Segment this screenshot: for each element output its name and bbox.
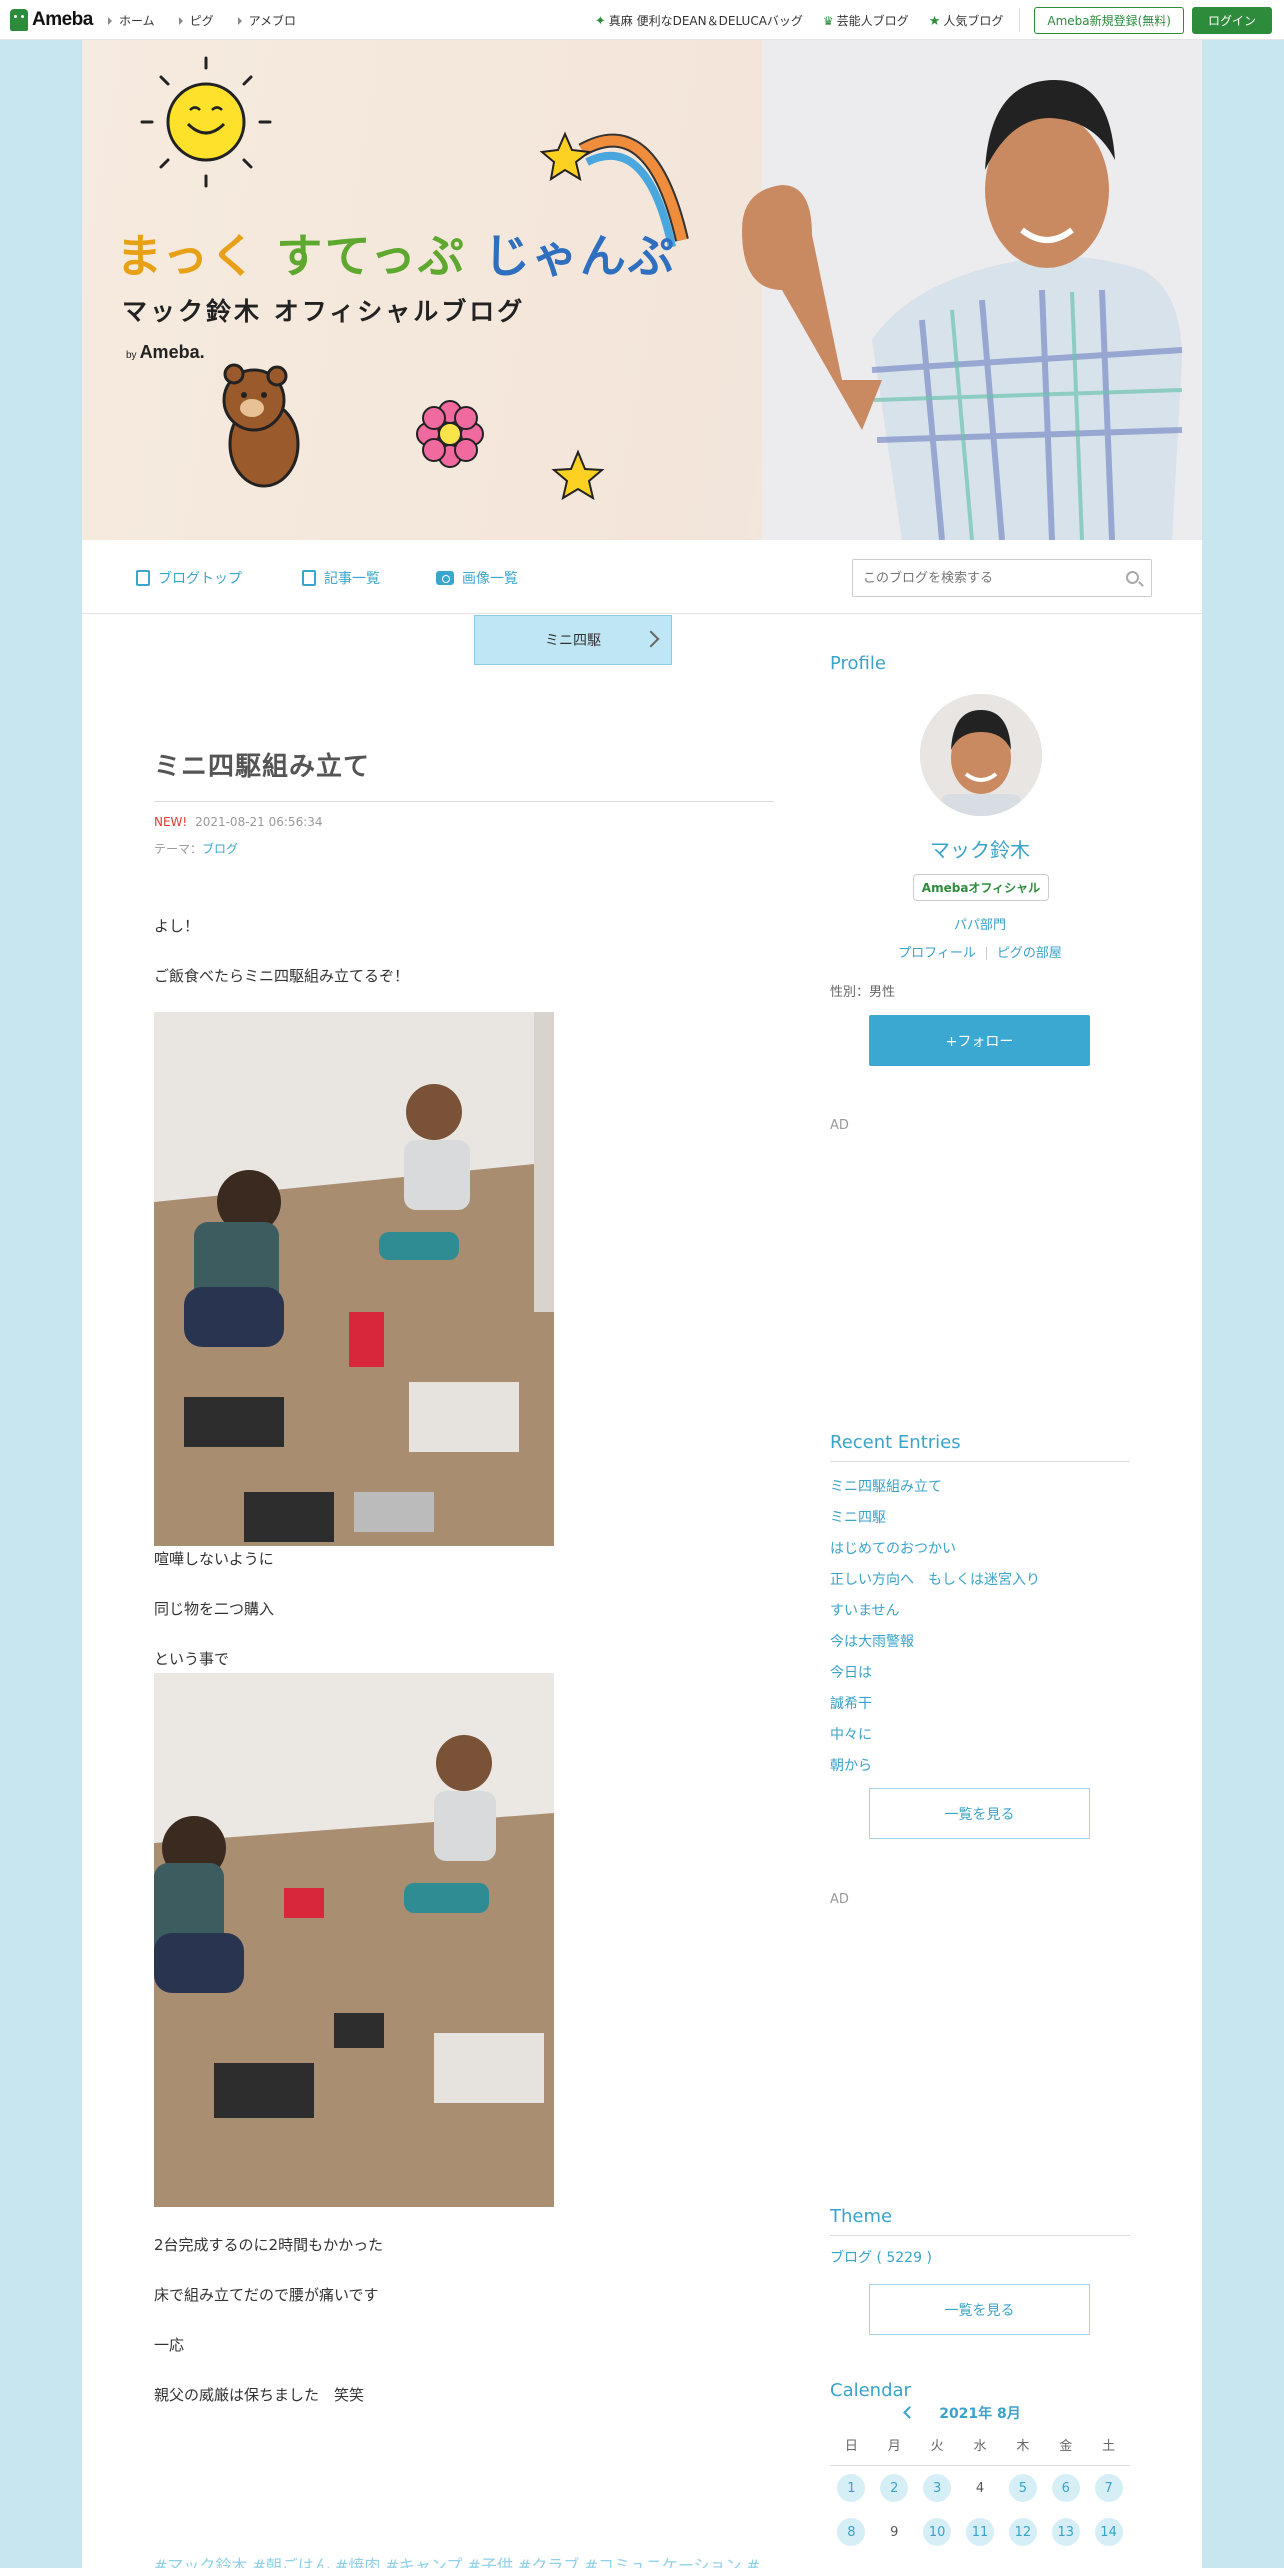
photo-kids-building-mini4wd [154, 1673, 554, 2207]
entry-meta: NEW! 2021-08-21 06:56:34 [154, 815, 323, 829]
entry-paragraph: ご飯食べたらミニ四駆組み立てるぞ！ [154, 967, 410, 985]
calendar-day[interactable]: 1 [830, 2466, 873, 2510]
chevron-right-icon [642, 630, 660, 648]
recent-see-all-button[interactable]: 一覧を見る [869, 1788, 1090, 1839]
entry-tag-button[interactable]: ミニ四駆 [474, 615, 672, 665]
ad-label: AD [830, 1892, 849, 1907]
entry-paragraph: 親父の威厳は保ちました 笑笑 [154, 2386, 365, 2404]
chevron-right-icon [178, 16, 183, 25]
calendar-day: 9 [890, 2524, 899, 2540]
profile-name[interactable]: マック鈴木 [830, 834, 1130, 863]
pigg-room-link[interactable]: ピグの部屋 [997, 946, 1062, 961]
chevron-right-icon [237, 16, 242, 25]
divider [1019, 8, 1021, 32]
ameba-logo[interactable]: Ameba [10, 7, 93, 33]
theme-see-all-button[interactable]: 一覧を見る [869, 2284, 1090, 2335]
theme-link[interactable]: ブログ ( 5229 ) [830, 2247, 932, 2267]
recent-entry-link[interactable]: はじめてのおつかい [830, 1538, 1130, 1569]
profile-links: プロフィール ピグの部屋 [830, 942, 1130, 961]
entry-datetime: 2021-08-21 06:56:34 [195, 815, 323, 829]
register-button[interactable]: Ameba新規登録(無料) [1034, 6, 1184, 34]
celeb-blog-link[interactable]: ♛ 芸能人ブログ [823, 12, 909, 29]
calendar-day: 4 [975, 2480, 985, 2496]
login-button[interactable]: ログイン [1191, 6, 1272, 34]
entry-paragraph: という事で [154, 1650, 230, 1668]
ad-label: AD [830, 1118, 849, 1133]
calendar-week: 1 2 3 4 5 6 7 [830, 2466, 1130, 2510]
entry-paragraph: 2台完成するのに2時間もかかった [154, 2236, 384, 2254]
recent-entry-link[interactable]: すいません [830, 1600, 1130, 1631]
crown-icon: ♛ [822, 13, 834, 28]
calendar-day[interactable]: 14 [1087, 2510, 1130, 2554]
calendar-day[interactable]: 2 [873, 2466, 916, 2510]
entry-photo[interactable] [154, 1673, 554, 2207]
entry-hashtags[interactable]: #マック鈴木 #朝ごはん #焼肉 #キャンプ #子供 #クラブ #コミュニケーシ… [154, 2552, 779, 2568]
calendar-day[interactable]: 5 [1001, 2466, 1044, 2510]
new-label: NEW! [154, 815, 188, 829]
photo-kids-building-mini4wd [154, 1012, 554, 1546]
global-header: Ameba ホーム ピグ アメブロ ✦ 真麻 便利なDEAN＆DELUCAバッグ … [0, 0, 1284, 40]
calendar-day[interactable]: 12 [1001, 2510, 1044, 2554]
calendar-day[interactable]: 13 [1044, 2510, 1087, 2554]
recent-entry-link[interactable]: ミニ四駆組み立て [830, 1476, 1130, 1507]
profile-heading: Profile [830, 653, 886, 674]
global-right: ✦ 真麻 便利なDEAN＆DELUCAバッグ ♛ 芸能人ブログ ★ 人気ブログ Ame… [595, 0, 1272, 40]
profile-photo [920, 694, 1042, 816]
recent-entry-link[interactable]: 今日は [830, 1662, 1130, 1693]
recent-entry-link[interactable]: 朝から [830, 1755, 1130, 1786]
entry-paragraph: 同じ物を二つ購入 [154, 1600, 275, 1618]
entry-title[interactable]: ミニ四駆組み立て [154, 746, 774, 802]
star-icon: ★ [928, 13, 941, 29]
nav-home[interactable]: ホーム [108, 12, 155, 29]
entry-paragraph: 床で組み立てだので腰が痛いです [154, 2286, 379, 2304]
sparkle-icon: ✦ [594, 13, 606, 29]
profile-link[interactable]: プロフィール [898, 946, 976, 961]
calendar-day[interactable]: 8 [830, 2510, 873, 2554]
entry-theme: テーマ：ブログ [154, 842, 239, 856]
chevron-right-icon [108, 16, 112, 25]
recent-entry-link[interactable]: 今は大雨警報 [830, 1631, 1130, 1662]
official-badge: Amebaオフィシャル [913, 874, 1049, 901]
avatar[interactable] [920, 694, 1042, 816]
popular-blog-link[interactable]: ★ 人気ブログ [929, 12, 1004, 29]
global-nav: ホーム ピグ アメブロ [108, 0, 296, 40]
entry-photo[interactable] [154, 1012, 554, 1546]
entry-paragraph: 喧嘩しないように [154, 1550, 274, 1568]
nav-ameblo[interactable]: アメブロ [237, 12, 296, 29]
calendar-day[interactable]: 10 [916, 2510, 959, 2554]
profile-sex: 性別：男性 [830, 985, 896, 1000]
logo-text: Ameba [32, 9, 93, 30]
ameba-mascot-icon [10, 9, 28, 31]
recent-entries-heading: Recent Entries [830, 1432, 1130, 1462]
content-area: ミニ四駆 ミニ四駆組み立て NEW! 2021-08-21 06:56:34 テ… [82, 40, 1202, 2568]
recent-entries-list: ミニ四駆組み立て ミニ四駆 はじめてのおつかい 正しい方向へ もしくは迷宮入り … [830, 1476, 1130, 1786]
theme-heading: Theme [830, 2206, 1130, 2236]
recent-entry-link[interactable]: 誠希干 [830, 1693, 1130, 1724]
calendar-day[interactable]: 3 [916, 2466, 959, 2510]
calendar-day[interactable]: 11 [959, 2510, 1002, 2554]
recent-entry-link[interactable]: 中々に [830, 1724, 1130, 1755]
divider [985, 947, 987, 960]
calendar-weekdays: 日 月 火 水 木 金 土 [830, 2436, 1130, 2466]
calendar-week: 8 9 10 11 12 13 14 [830, 2510, 1130, 2554]
calendar-day[interactable]: 6 [1044, 2466, 1087, 2510]
recent-entry-link[interactable]: ミニ四駆 [830, 1507, 1130, 1538]
entry-paragraph: よし！ [154, 917, 200, 935]
recent-entry-link[interactable]: 正しい方向へ もしくは迷宮入り [830, 1569, 1130, 1600]
calendar-day[interactable]: 7 [1087, 2466, 1130, 2510]
nav-pigg[interactable]: ピグ [178, 12, 214, 29]
profile-category[interactable]: パパ部門 [830, 914, 1130, 933]
entry-theme-link[interactable]: ブログ [202, 842, 238, 856]
follow-button[interactable]: +フォロー [869, 1015, 1090, 1066]
calendar-month: 2021年 8月 [939, 2406, 1021, 2422]
entry-paragraph: 一応 [154, 2336, 185, 2354]
promo-link[interactable]: ✦ 真麻 便利なDEAN＆DELUCAバッグ [595, 12, 803, 29]
